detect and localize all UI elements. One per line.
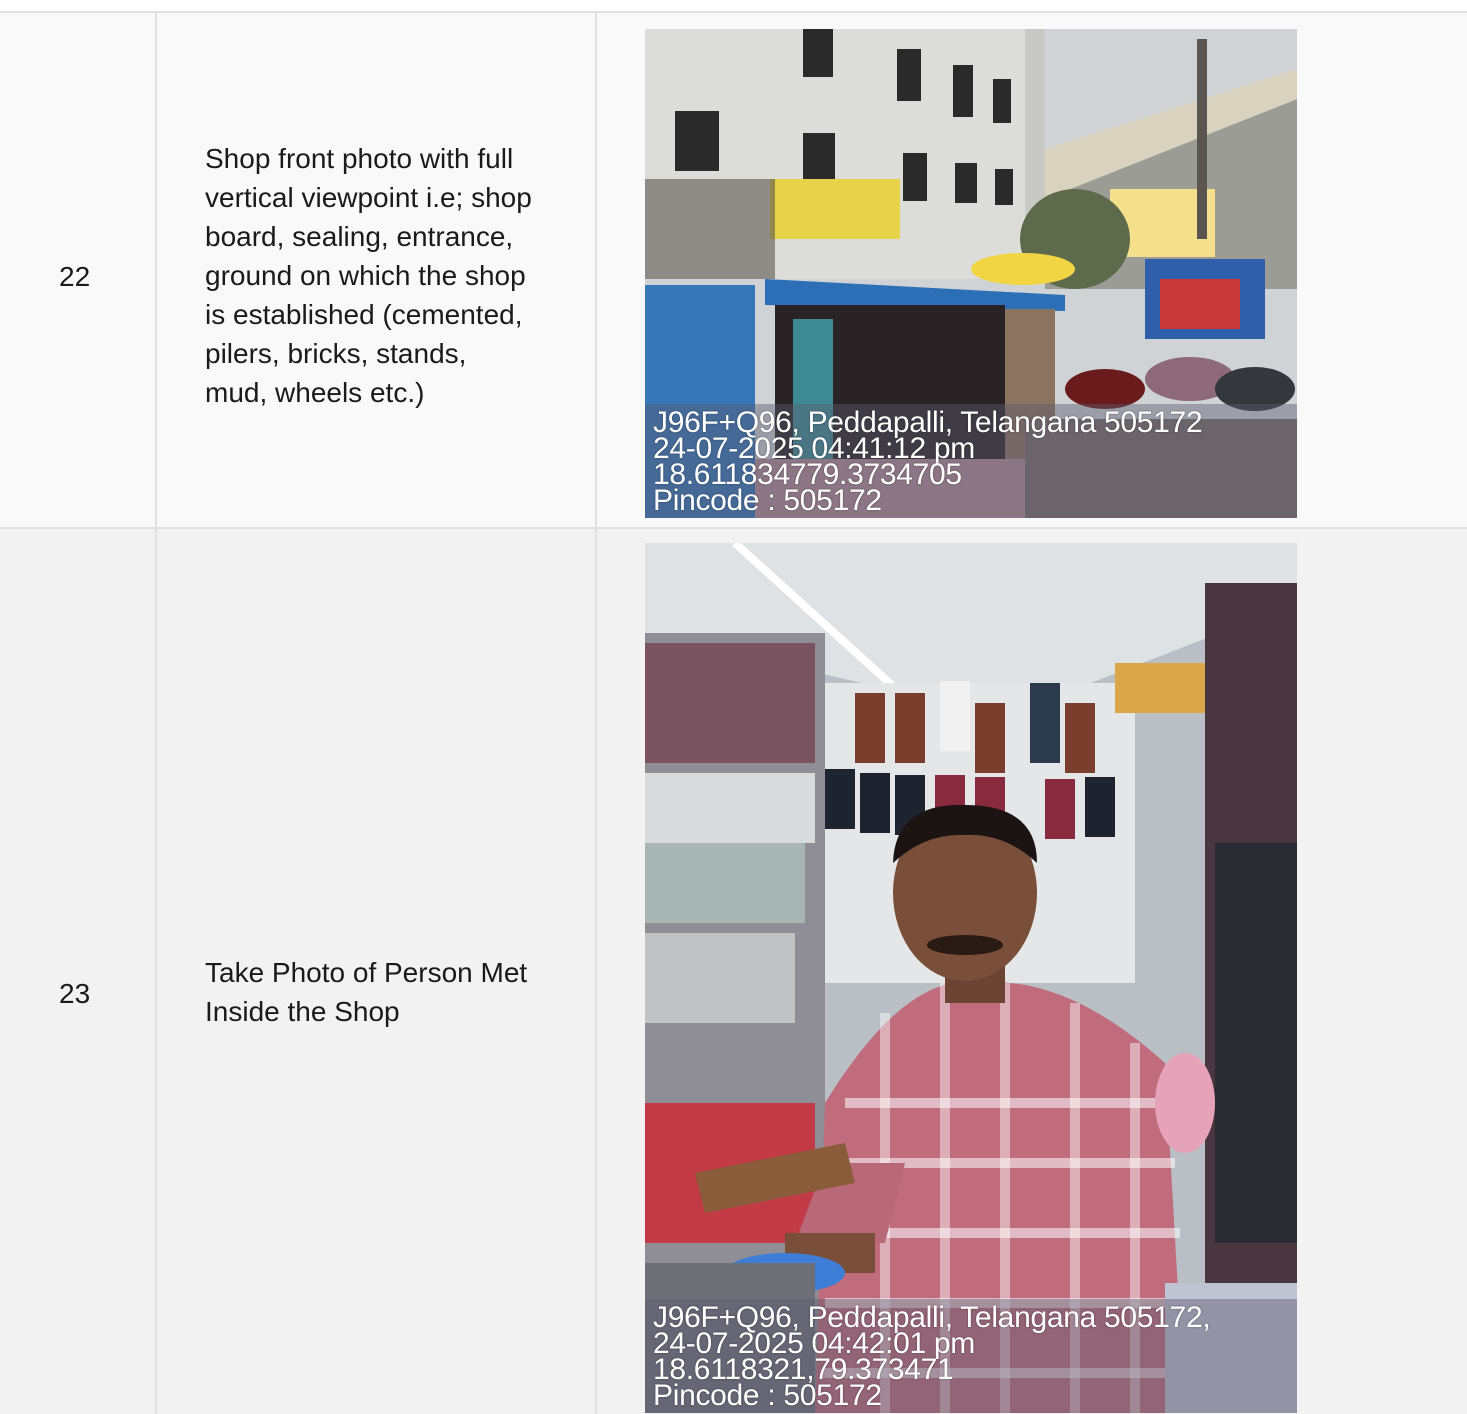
shop-front-photo[interactable]: J96F+Q96, Peddapalli, Telangana 505172 2…: [645, 29, 1297, 518]
table-row: 22 Shop front photo with full vertical v…: [0, 11, 1467, 527]
person-in-shop-illustration: [645, 543, 1297, 1413]
serial-number: 22: [59, 261, 91, 292]
document-page: 22 Shop front photo with full vertical v…: [0, 0, 1467, 1414]
serial-number-cell: 23: [0, 529, 157, 1414]
table-row: 23 Take Photo of Person Met Inside the S…: [0, 527, 1467, 1414]
photo-cell: J96F+Q96, Peddapalli, Telangana 505172 2…: [597, 13, 1467, 527]
stamp-pincode: Pincode : 505172: [653, 1379, 882, 1412]
stamp-pincode: Pincode : 505172: [653, 484, 882, 517]
serial-number: 23: [59, 978, 91, 1009]
description-text: Shop front photo with full vertical view…: [205, 143, 532, 408]
photo-cell: J96F+Q96, Peddapalli, Telangana 505172, …: [597, 529, 1467, 1414]
description-cell: Shop front photo with full vertical view…: [157, 13, 597, 527]
description-text: Take Photo of Person Met Inside the Shop: [205, 957, 528, 1027]
geo-stamp: J96F+Q96, Peddapalli, Telangana 505172 2…: [645, 404, 1297, 518]
serial-number-cell: 22: [0, 13, 157, 527]
geo-stamp: J96F+Q96, Peddapalli, Telangana 505172, …: [645, 1299, 1297, 1413]
person-met-photo[interactable]: J96F+Q96, Peddapalli, Telangana 505172, …: [645, 543, 1297, 1413]
description-cell: Take Photo of Person Met Inside the Shop: [157, 529, 597, 1414]
